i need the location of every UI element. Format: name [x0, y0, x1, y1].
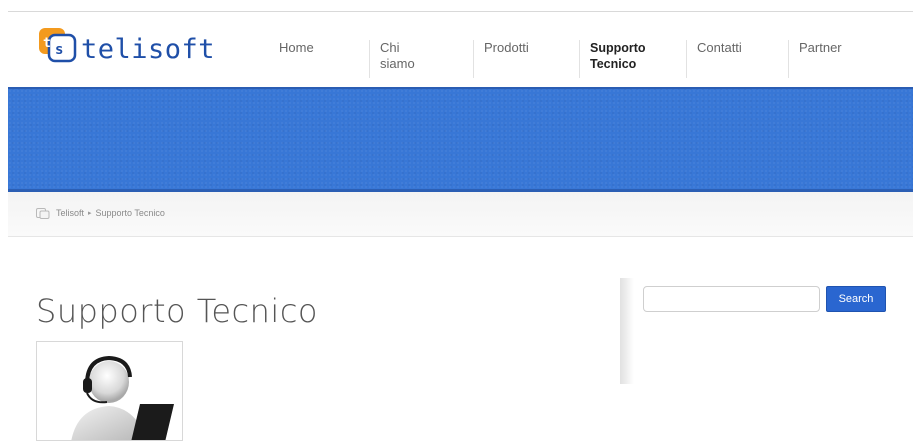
- page-title: Supporto Tecnico: [36, 292, 318, 330]
- nav-label: Chi siamo: [380, 40, 415, 71]
- nav-item-home[interactable]: Home: [269, 40, 314, 78]
- telisoft-logo[interactable]: t s telisoft: [38, 26, 215, 66]
- svg-text:s: s: [55, 42, 63, 58]
- breadcrumb-current: Supporto Tecnico: [95, 208, 165, 218]
- support-operator-image: [36, 341, 183, 441]
- breadcrumb-bar: Telisoft ▸ Supporto Tecnico: [8, 192, 913, 237]
- site-header: t s telisoft Home Chi siamo Prodotti Sup…: [8, 12, 913, 87]
- nav-item-supporto-tecnico[interactable]: Supporto Tecnico: [579, 40, 660, 78]
- breadcrumb: Telisoft ▸ Supporto Tecnico: [36, 207, 165, 219]
- nav-item-prodotti[interactable]: Prodotti: [473, 40, 529, 78]
- nav-label: Partner: [799, 40, 842, 55]
- hero-banner: [8, 87, 913, 192]
- headset-operator-icon: [71, 355, 174, 440]
- sidebar-divider: [620, 278, 634, 384]
- nav-item-chi-siamo[interactable]: Chi siamo: [369, 40, 415, 78]
- home-icon: [36, 208, 50, 219]
- svg-text:t: t: [43, 36, 51, 51]
- breadcrumb-separator: ▸: [88, 210, 92, 217]
- telisoft-logo-mark-icon: t s: [39, 28, 77, 63]
- nav-label: Supporto Tecnico: [590, 41, 646, 71]
- search-button[interactable]: Search: [826, 286, 886, 312]
- breadcrumb-link-telisoft[interactable]: Telisoft: [56, 208, 84, 218]
- nav-label: Contatti: [697, 40, 742, 55]
- search-input[interactable]: [643, 286, 820, 312]
- nav-label: Home: [279, 40, 314, 55]
- nav-item-partner[interactable]: Partner: [788, 40, 842, 78]
- nav-label: Prodotti: [484, 40, 529, 55]
- nav-item-contatti[interactable]: Contatti: [686, 40, 742, 78]
- logo-text: telisoft: [81, 33, 216, 65]
